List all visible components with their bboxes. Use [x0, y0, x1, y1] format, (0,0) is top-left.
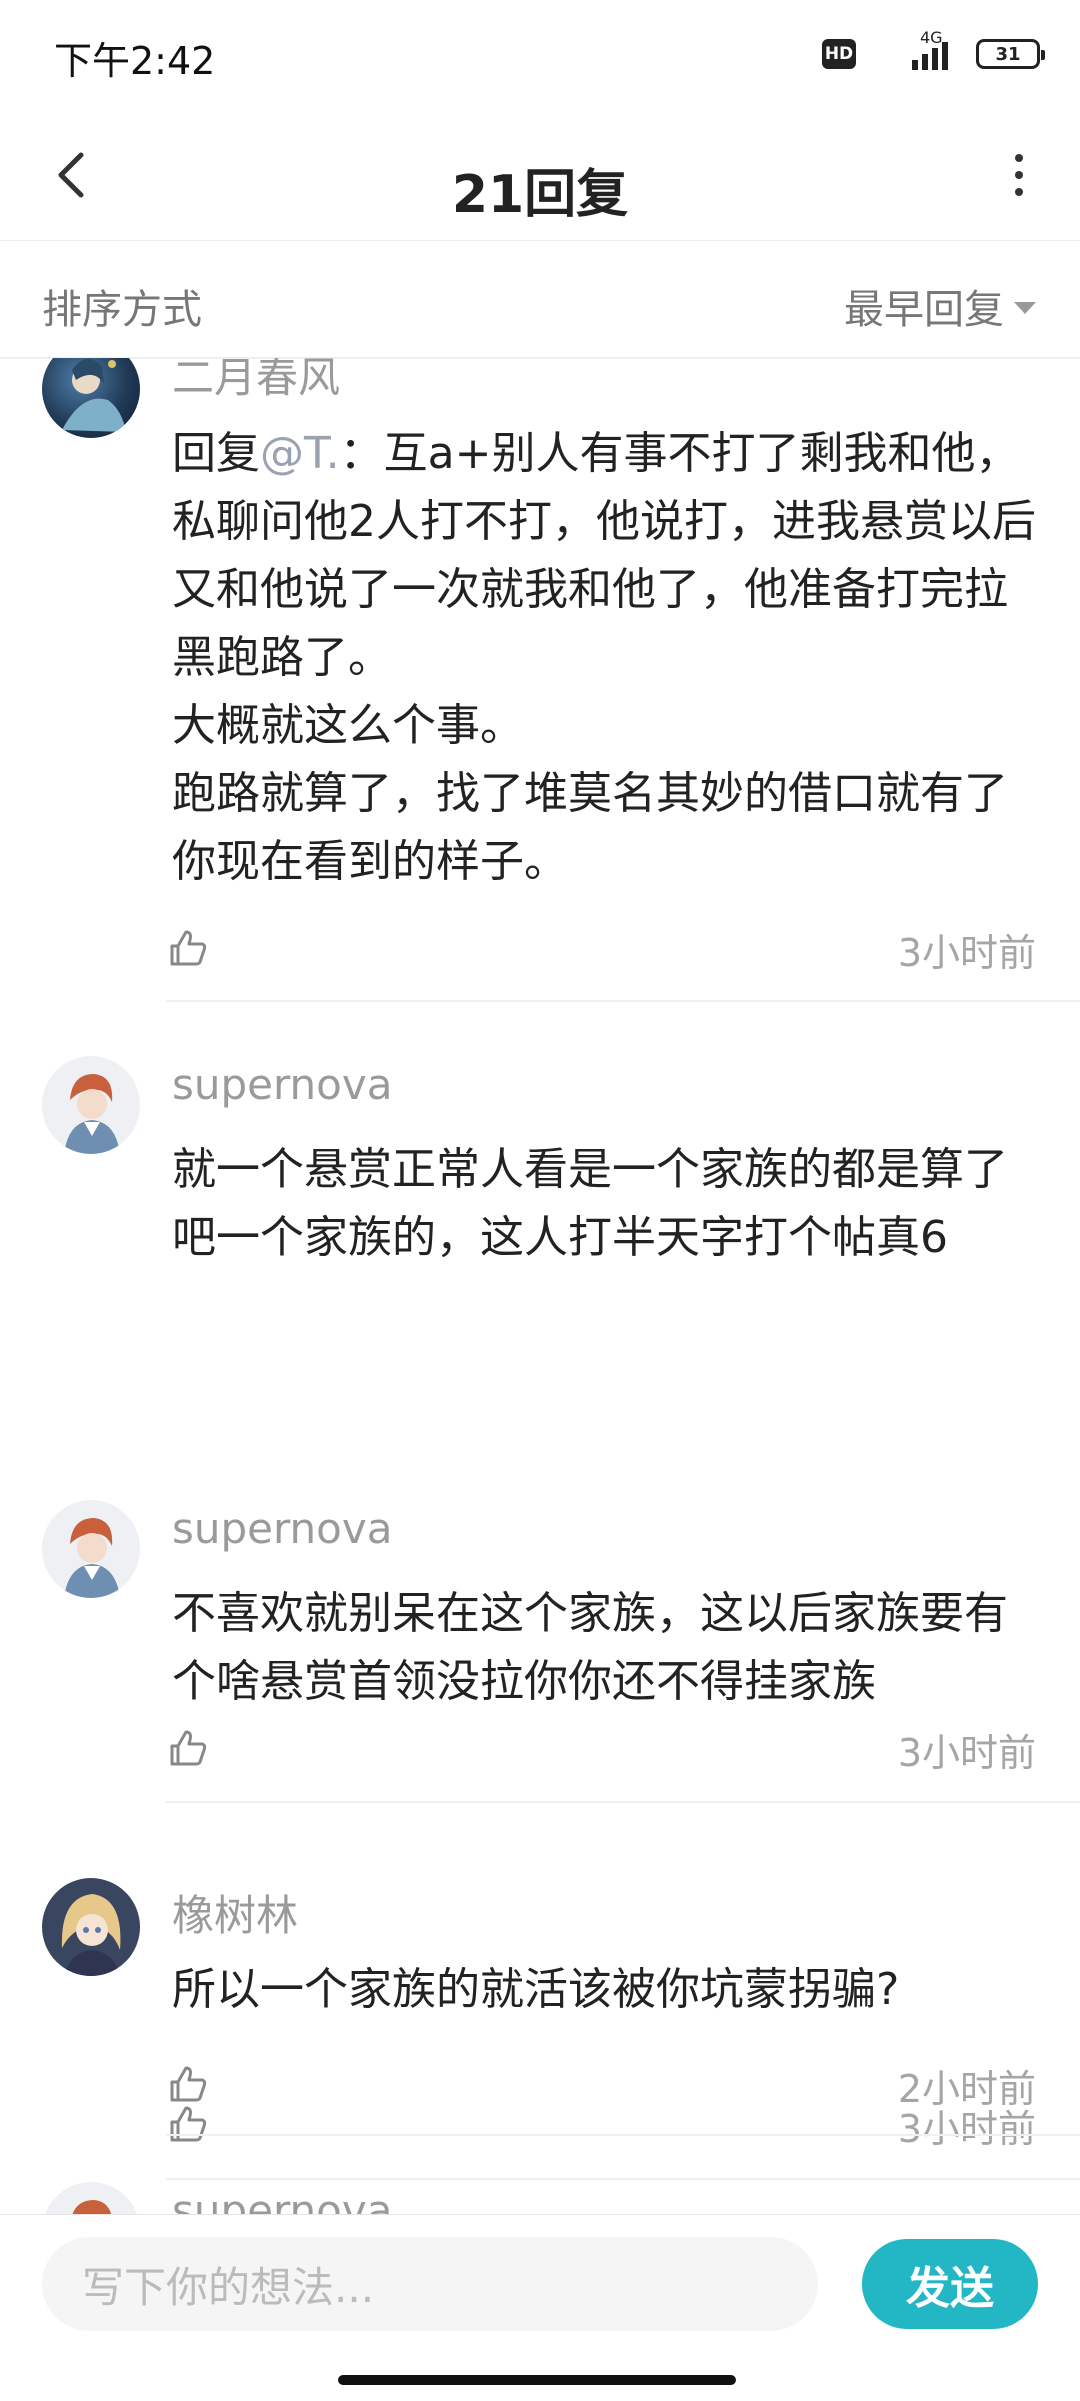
home-indicator[interactable] — [338, 2375, 736, 2385]
thumbs-up-icon[interactable] — [166, 1726, 210, 1770]
comment-text: 就一个悬赏正常人看是一个家族的都是算了吧一个家族的，这人打半天字打个帖真6 — [172, 1144, 1008, 1263]
avatar[interactable] — [42, 2182, 140, 2214]
divider — [166, 1000, 1080, 1002]
divider — [166, 2178, 1080, 2180]
status-icons: HD 4G 31 — [822, 28, 1045, 74]
battery-icon: 31 — [976, 39, 1045, 69]
sort-selected: 最早回复 — [844, 287, 1004, 333]
avatar[interactable] — [42, 1056, 140, 1154]
comment-input[interactable]: 写下你的想法... — [42, 2237, 818, 2331]
hd-icon: HD — [822, 39, 856, 69]
thumbs-up-icon[interactable] — [166, 2062, 210, 2106]
username[interactable]: supernova — [172, 1504, 392, 1553]
comment-text: 回复@T.：互a+别人有事不打了剩我和他，私聊问他2人打不打，他说打，进我悬赏以… — [172, 420, 1042, 896]
battery-level: 31 — [995, 43, 1021, 65]
reply-prefix: 回复 — [172, 428, 260, 479]
more-options-button[interactable] — [984, 140, 1054, 210]
comment-list[interactable]: 二月春风 回复@T.：互a+别人有事不打了剩我和他，私聊问他2人打不打，他说打，… — [0, 358, 1080, 2214]
page-title: 21回复 — [451, 165, 629, 225]
username[interactable]: supernova — [172, 2186, 392, 2214]
more-vertical-icon — [1015, 154, 1023, 162]
sort-bar: 排序方式 最早回复 — [0, 241, 1080, 359]
comment-time: 2小时前 — [897, 2067, 1036, 2111]
bottom-input-bar: 写下你的想法... 发送 — [0, 2214, 1080, 2401]
divider — [166, 1801, 1080, 1803]
comment-text: 不喜欢就别呆在这个家族，这以后家族要有个啥悬赏首领没拉你你还不得挂家族 — [172, 1588, 1008, 1707]
username[interactable]: supernova — [172, 1060, 392, 1109]
comment-time: 3小时前 — [897, 931, 1036, 975]
avatar[interactable] — [42, 1878, 140, 1976]
divider — [166, 2134, 1080, 2136]
status-time: 下午2:42 — [54, 39, 216, 83]
comment-text: 所以一个家族的就活该被你坑蒙拐骗? — [172, 1964, 900, 2015]
avatar[interactable] — [42, 358, 140, 438]
comment-body: ：互a+别人有事不打了剩我和他，私聊问他2人打不打，他说打，进我悬赏以后又和他说… — [172, 428, 1036, 887]
send-button[interactable]: 发送 — [862, 2239, 1038, 2329]
mention-link[interactable]: @T. — [260, 428, 340, 479]
thumbs-up-icon[interactable] — [166, 2102, 210, 2146]
username[interactable]: 二月春风 — [172, 358, 340, 405]
caret-down-icon — [1014, 302, 1036, 314]
thumbs-up-icon[interactable] — [166, 926, 210, 970]
signal-icon: 4G — [868, 28, 964, 74]
header: 21回复 — [0, 110, 1080, 241]
sort-dropdown[interactable]: 最早回复 — [844, 277, 1036, 335]
comment-time: 3小时前 — [897, 1731, 1036, 1775]
username[interactable]: 橡树林 — [172, 1882, 298, 1943]
avatar[interactable] — [42, 1500, 140, 1598]
sort-label: 排序方式 — [42, 287, 202, 333]
status-bar: 下午2:42 HD 4G 31 — [0, 0, 1080, 110]
